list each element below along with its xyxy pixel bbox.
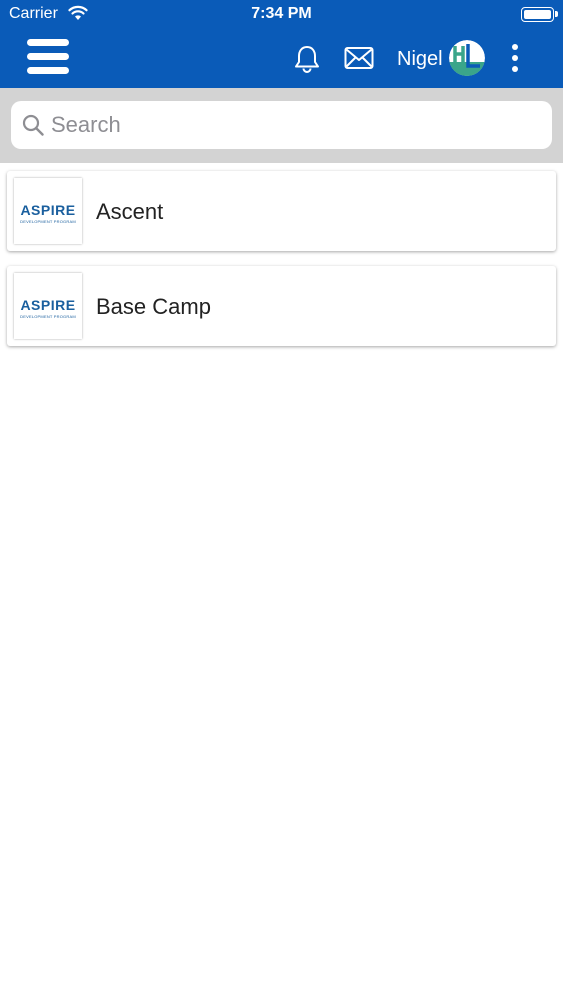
battery-tip	[555, 11, 558, 17]
list-item-ascent[interactable]: ASPIRE DEVELOPMENT PROGRAM Ascent	[7, 171, 556, 251]
user-name[interactable]: Nigel	[397, 48, 443, 71]
list-item-base-camp[interactable]: ASPIRE DEVELOPMENT PROGRAM Base Camp	[7, 266, 556, 346]
search-box[interactable]	[11, 101, 552, 149]
aspire-logo: ASPIRE DEVELOPMENT PROGRAM	[14, 273, 82, 339]
item-title: Base Camp	[96, 294, 211, 319]
logo-subtext: DEVELOPMENT PROGRAM	[20, 219, 76, 224]
mail-icon[interactable]	[344, 46, 374, 70]
avatar[interactable]	[449, 40, 485, 76]
program-list: ASPIRE DEVELOPMENT PROGRAM Ascent ASPIRE…	[7, 171, 556, 361]
hamburger-menu-icon[interactable]	[27, 38, 69, 76]
logo-text: ASPIRE	[20, 202, 76, 218]
aspire-logo: ASPIRE DEVELOPMENT PROGRAM	[14, 178, 82, 244]
nav-bar: Nigel	[0, 28, 563, 88]
status-time: 7:34 PM	[251, 5, 312, 22]
bell-icon[interactable]	[292, 44, 322, 74]
status-bar: Carrier 7:34 PM	[0, 0, 563, 28]
search-icon	[22, 114, 44, 136]
battery-icon	[521, 7, 554, 22]
logo-text: ASPIRE	[20, 297, 76, 313]
logo-subtext: DEVELOPMENT PROGRAM	[20, 314, 76, 319]
search-area	[0, 88, 563, 163]
search-input[interactable]	[51, 109, 541, 141]
kebab-menu-icon[interactable]	[510, 42, 520, 74]
item-title: Ascent	[96, 199, 164, 224]
